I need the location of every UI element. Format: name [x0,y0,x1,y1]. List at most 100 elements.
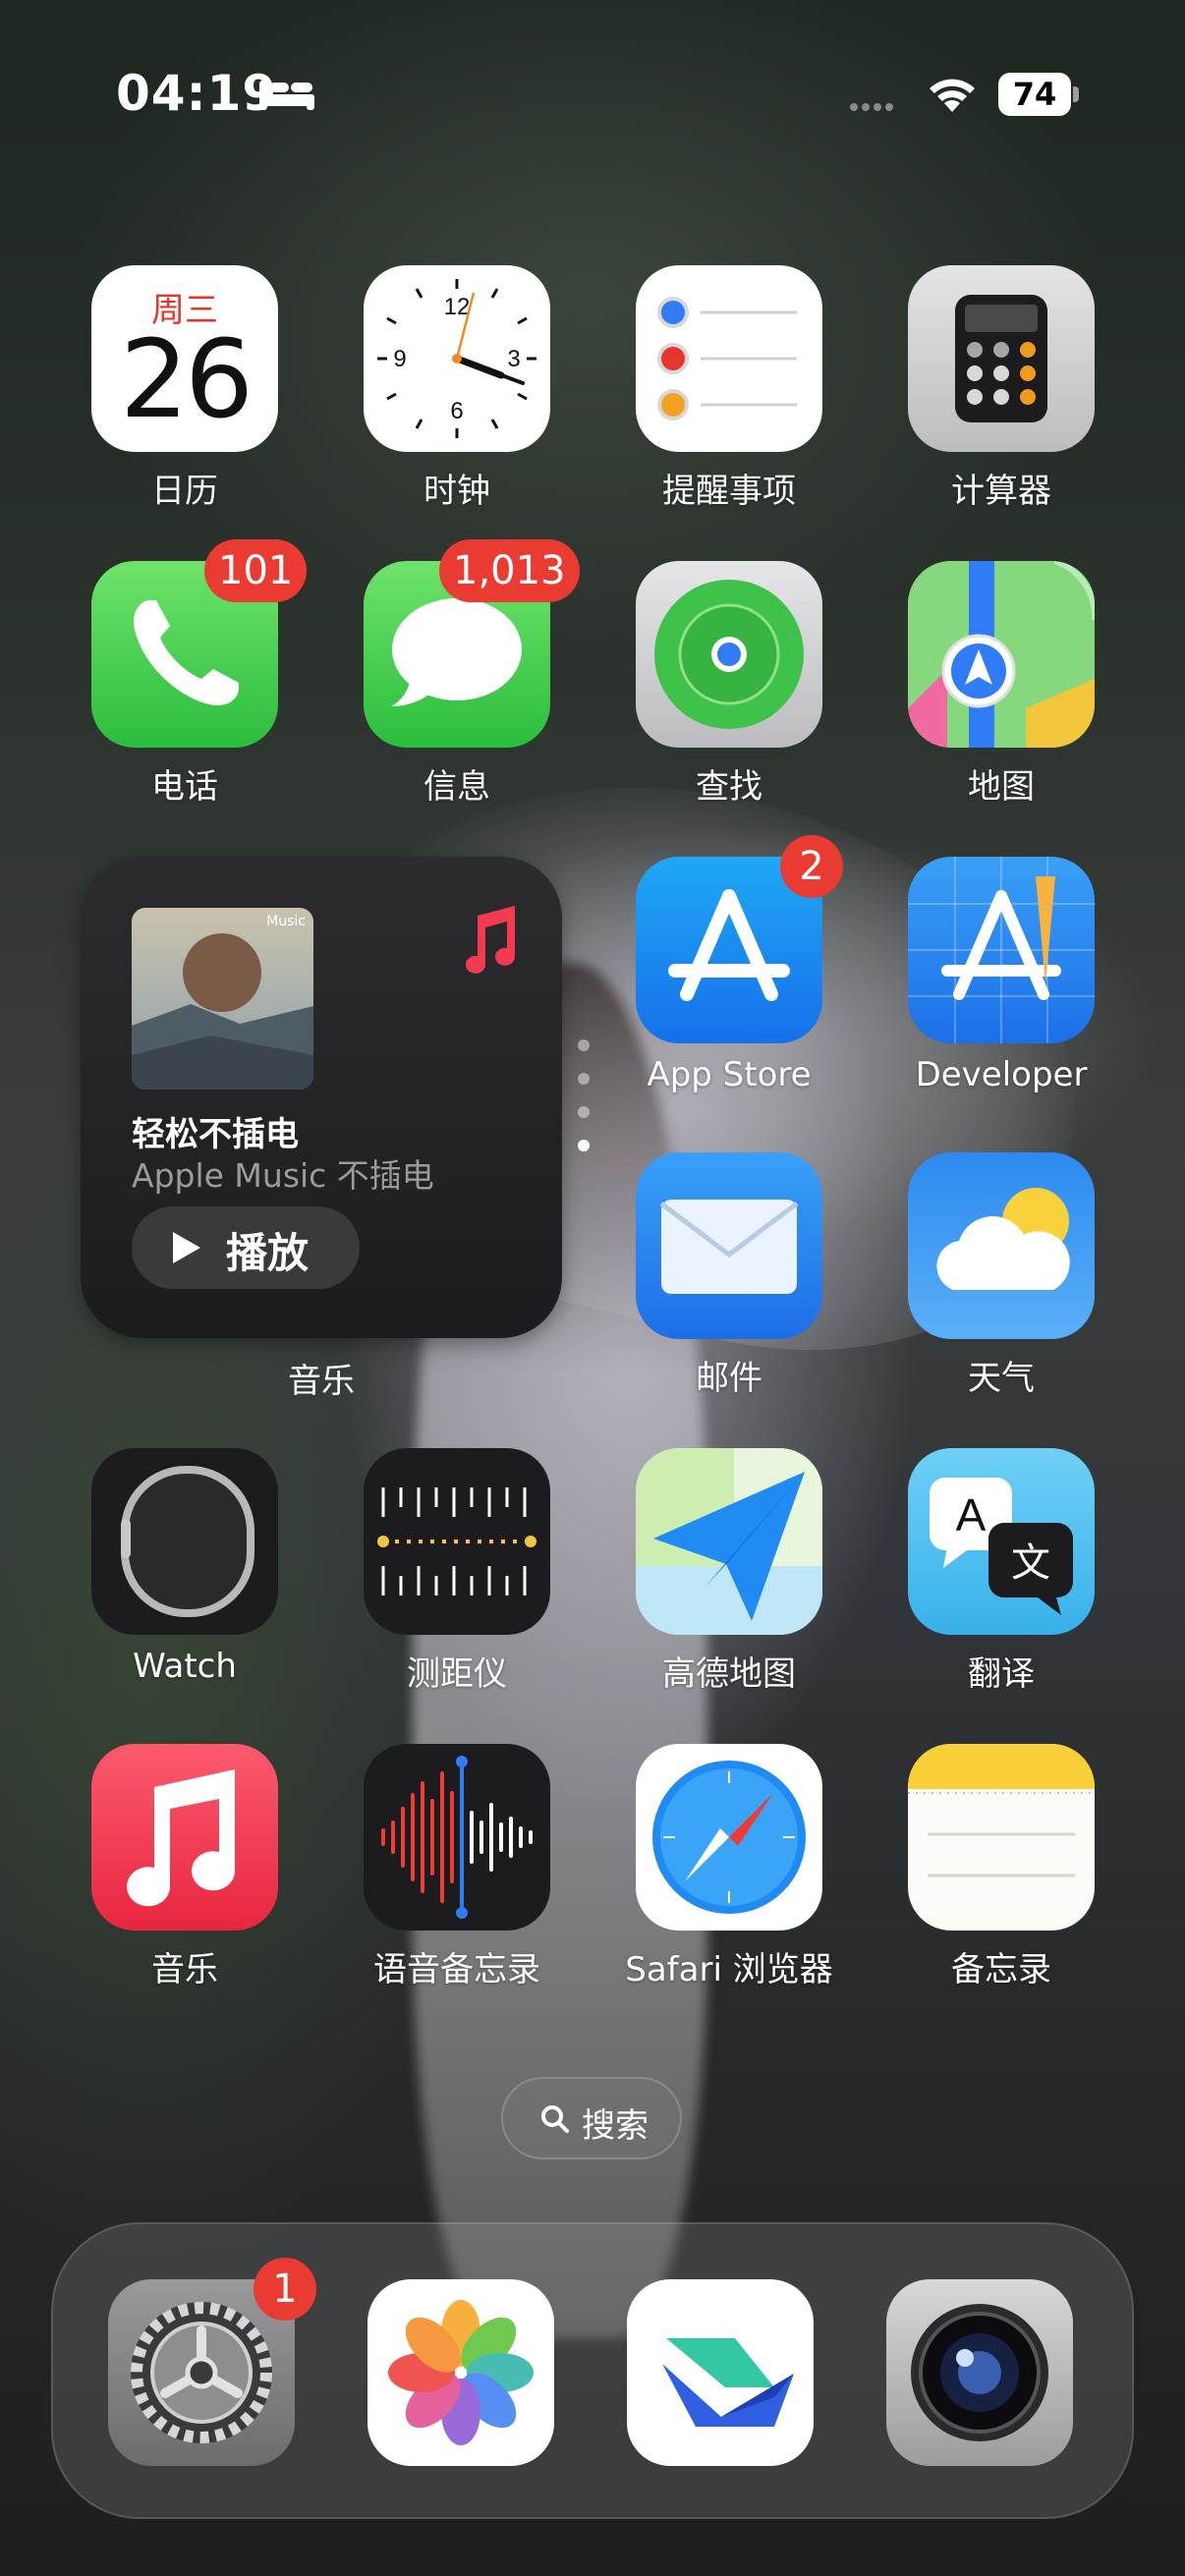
compass-icon [652,1761,806,1914]
clock-numeral-6: 6 [450,398,463,424]
app-label: 日历 [151,472,218,511]
dock-app-photos[interactable] [367,2279,554,2466]
app-label: 天气 [968,1359,1035,1398]
findmy-radar-icon [654,580,804,729]
dock-app-settings[interactable]: 1 [108,2258,316,2466]
clock-numeral-3: 3 [507,346,520,372]
widget-title: 轻松不插电 [132,1115,299,1154]
appstore-badge: 2 [780,835,843,898]
app-label: Watch [133,1647,237,1686]
voicememos-icon [364,1744,550,1931]
status-time: 04:19 [116,65,278,122]
music-widget[interactable]: Music 轻松不插电 Apple Music 不插电 播放 [81,857,562,1338]
spotlight-search-button[interactable]: 搜索 [501,2077,682,2159]
camera-icon [886,2279,1073,2466]
stack-dot-active [578,1140,590,1151]
app-label: 电话 [151,767,218,807]
feishu-icon [627,2279,814,2466]
app-label: 高德地图 [662,1654,796,1694]
translate-bubbles-icon: A 文 [930,1478,1073,1615]
calculator-icon [908,265,1095,452]
app-label: 查找 [696,767,762,807]
findmy-icon [636,561,822,748]
calendar-icon: 周三 26 [91,265,278,452]
search-icon [541,2105,569,2133]
battery-tip [1073,86,1079,102]
ruler-icon [377,1487,536,1596]
widget-subtitle: Apple Music 不插电 [132,1156,434,1195]
reminders-icon [636,265,822,452]
amap-arrow-icon [636,1448,822,1635]
notes-icon [908,1744,1095,1931]
app-label: App Store [647,1055,812,1094]
app-label: 音乐 [151,1950,218,1989]
status-dots-icon [850,103,893,111]
developer-blueprint-icon [908,857,1095,1043]
app-label: 备忘录 [951,1950,1051,1989]
sleep-focus-icon [259,81,314,110]
app-label: 测距仪 [407,1654,507,1694]
app-label: 时钟 [423,472,490,511]
developer-icon [908,857,1095,1043]
reminders-list-icon [657,297,797,420]
play-button[interactable]: 播放 [132,1206,360,1289]
translate-letter: A [956,1489,987,1540]
app-label: Safari 浏览器 [625,1950,833,1989]
battery-indicator: 74 [998,73,1079,116]
app-label: 地图 [968,767,1035,807]
music-note-icon [466,906,515,974]
clock-numeral-9: 9 [393,346,406,372]
app-label: 语音备忘录 [373,1950,540,1989]
play-label: 播放 [226,1229,310,1277]
camera-lens-icon [911,2304,1048,2441]
music-note-icon [127,1769,236,1907]
sun-cloud-icon [936,1188,1070,1290]
notepad-icon [908,1744,1095,1877]
battery-level: 74 [998,73,1071,116]
measure-icon [364,1448,550,1635]
bird-icon [662,2338,794,2427]
calendar-day: 26 [120,316,254,442]
photos-flower-icon [388,2300,534,2445]
search-label: 搜索 [582,2106,649,2146]
calculator-keys-icon [955,295,1047,422]
app-label: 邮件 [696,1359,762,1398]
maps-icon [908,561,1095,748]
clock-face-icon: 12 3 6 9 [377,279,536,438]
dock-app-feishu[interactable] [627,2279,814,2466]
stack-dot [578,1106,590,1118]
album-landscape-icon [132,908,313,1090]
app-label: Developer [915,1055,1088,1094]
app-label: 翻译 [968,1654,1035,1694]
dock-app-camera[interactable] [886,2279,1073,2466]
envelope-icon [659,1200,799,1294]
maps-route-icon [908,561,1095,748]
photos-icon [367,2279,554,2466]
stack-dot [578,1039,590,1051]
wifi-icon [930,79,975,112]
translate-char: 文 [1011,1540,1050,1586]
stack-dot [578,1073,590,1085]
widget-stack-dots [572,1036,595,1163]
watch-device-icon [121,1466,254,1617]
app-label: 信息 [423,767,490,807]
translate-icon: A 文 [908,1448,1095,1635]
watch-icon [91,1448,278,1635]
widget-label: 音乐 [288,1362,355,1401]
mail-icon [636,1152,822,1339]
app-label: 提醒事项 [662,472,796,511]
safari-icon [636,1744,822,1931]
settings-badge: 1 [254,2258,316,2321]
waveform-icon [381,1756,533,1919]
play-icon [173,1232,200,1263]
amap-icon [636,1448,822,1635]
album-music-tag: Music [266,914,306,929]
phone-badge: 101 [204,539,308,602]
weather-icon [908,1152,1095,1339]
clock-numeral-12: 12 [444,294,471,320]
app-label: 计算器 [951,472,1051,511]
messages-badge: 1,013 [439,539,580,602]
clock-icon: 12 3 6 9 [364,265,550,452]
music-app-icon [91,1744,278,1931]
album-artwork: Music [132,908,313,1090]
